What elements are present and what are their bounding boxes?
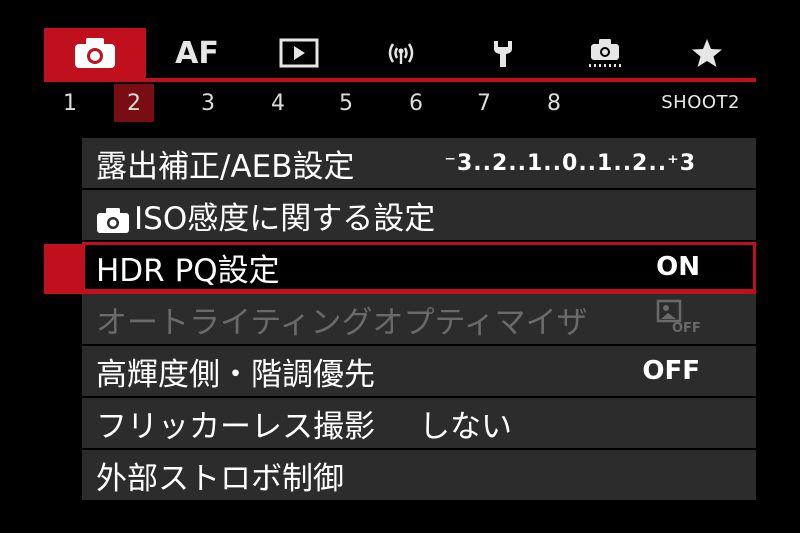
play-icon [279,38,319,68]
page-1[interactable]: 1 [50,84,90,122]
menu-item-value: ON [656,252,700,282]
tab-my-menu[interactable] [656,28,758,78]
menu-item-hdr-pq[interactable]: HDR PQ設定 ON [82,242,756,292]
menu-item-auto-lighting-optimizer[interactable]: オートライティングオプティマイザ OFF [82,294,756,344]
page-5-label: 5 [339,90,353,116]
tab-wireless[interactable] [350,28,452,78]
menu-item-value: しない [419,408,512,445]
wireless-icon [388,43,414,64]
page-4-label: 4 [271,90,285,116]
auto-lighting-off-icon: OFF [656,299,701,340]
tab-underline [44,78,756,82]
page-5[interactable]: 5 [326,84,366,122]
tab-camera[interactable] [44,28,146,78]
page-2-label: 2 [127,90,141,116]
page-8[interactable]: 8 [534,84,574,122]
page-3[interactable]: 3 [188,84,228,122]
camera-icon [75,38,115,68]
menu-item-external-flash[interactable]: 外部ストロボ制御 [82,450,756,500]
menu-item-value: OFF [642,356,700,386]
tab-custom-functions[interactable] [554,28,656,78]
menu-item-label-wrap: ISO感度に関する設定 [82,193,435,238]
menu-item-label: ISO感度に関する設定 [134,200,436,237]
page-4[interactable]: 4 [258,84,298,122]
menu-item-label: HDR PQ設定 [96,252,280,289]
tab-af-label: AF [175,35,219,71]
menu-item-highlight-tone-priority[interactable]: 高輝度側・階調優先 OFF [82,346,756,396]
page-6[interactable]: 6 [396,84,436,122]
tab-af[interactable]: AF [146,28,248,78]
menu-item-iso-settings[interactable]: ISO感度に関する設定 [82,190,756,240]
page-7-label: 7 [477,90,491,116]
tab-playback[interactable] [248,28,350,78]
menu-item-label: オートライティングオプティマイザ [96,304,588,341]
menu-item-label: フリッカーレス撮影 [96,408,375,445]
svg-text:OFF: OFF [672,321,700,333]
page-1-label: 1 [63,90,77,116]
menu-item-exposure-compensation[interactable]: 露出補正/AEB設定 ⁻3..2..1..0..1..2..⁺3 [82,138,756,188]
menu-item-label: 高輝度側・階調優先 [96,356,375,393]
menu-item-label: 外部ストロボ制御 [96,460,344,497]
page-6-label: 6 [409,90,423,116]
menu-item-label: 露出補正/AEB設定 [96,148,355,185]
page-selector: 1 2 3 4 5 6 7 8 SHOOT2 [44,84,756,122]
menu-item-flickerless[interactable]: フリッカーレス撮影 しない [82,398,756,448]
page-3-label: 3 [201,90,215,116]
exposure-scale: ⁻3..2..1..0..1..2..⁺3 [444,150,696,176]
page-7[interactable]: 7 [464,84,504,122]
custom-functions-icon [589,39,621,67]
wrench-icon [494,41,512,67]
page-name: SHOOT2 [661,92,740,113]
page-8-label: 8 [547,90,561,116]
star-icon [692,39,722,67]
camera-icon [97,208,129,233]
menu-tab-bar: AF [44,28,756,78]
menu-list: 露出補正/AEB設定 ⁻3..2..1..0..1..2..⁺3 ISO感度に関… [82,138,756,502]
page-2[interactable]: 2 [114,84,154,122]
tab-setup[interactable] [452,28,554,78]
